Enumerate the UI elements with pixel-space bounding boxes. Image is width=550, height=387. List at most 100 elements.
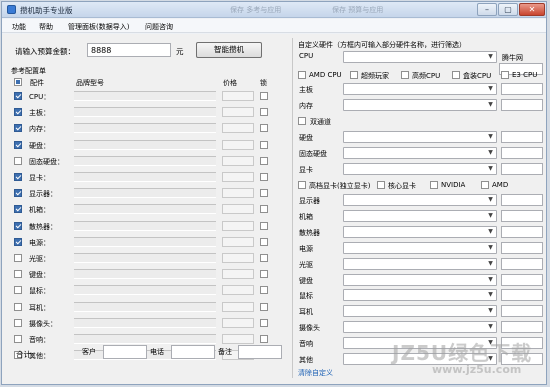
price-field[interactable] [222,139,254,150]
price-field[interactable] [222,155,254,166]
phone-input[interactable] [171,345,215,359]
model-field[interactable] [74,188,216,199]
price-field[interactable] [222,123,254,134]
cpu-filter-checkbox[interactable] [501,71,509,79]
custom-combo[interactable]: ▼ [343,163,497,175]
price-field[interactable] [222,317,254,328]
model-field[interactable] [74,91,216,101]
part-checkbox[interactable] [14,173,22,181]
model-field[interactable] [74,220,216,231]
customer-input[interactable] [103,345,147,359]
price-field[interactable] [222,172,254,182]
custom-combo[interactable]: ▼ [343,194,497,206]
model-field[interactable] [74,236,216,247]
custom-filter-input[interactable] [501,194,543,206]
custom-combo[interactable]: ▼ [343,147,497,159]
lock-checkbox[interactable] [260,124,268,133]
price-field[interactable] [222,334,254,344]
lock-checkbox[interactable] [260,335,268,343]
part-checkbox[interactable] [14,156,22,165]
budget-input[interactable] [87,43,171,57]
custom-filter-input[interactable] [501,147,543,159]
part-checkbox[interactable] [14,286,22,295]
custom-filter-input[interactable] [501,209,543,222]
custom-combo[interactable]: ▼ [343,321,497,334]
gpu-filter-checkbox[interactable] [298,181,306,189]
lock-checkbox[interactable] [260,156,268,165]
part-checkbox[interactable] [14,205,22,214]
custom-combo[interactable]: ▼ [343,99,497,111]
lock-checkbox[interactable] [260,270,268,279]
menu-consult[interactable]: 问题咨询 [145,22,173,32]
model-field[interactable] [74,172,216,182]
custom-filter-input[interactable] [501,241,543,254]
lock-checkbox[interactable] [260,302,268,311]
lock-checkbox[interactable] [260,108,268,117]
lock-checkbox[interactable] [260,189,268,198]
gpu-filter-checkbox[interactable] [377,181,385,189]
model-field[interactable] [74,123,216,134]
cpu-filter-checkbox[interactable] [350,71,358,79]
title-bar[interactable]: 攒机助手专业版 保存 多考与应用 保存 预算与应用 – ▢ ✕ [2,2,546,18]
model-field[interactable] [74,107,216,118]
price-field[interactable] [222,220,254,231]
model-field[interactable] [74,334,216,344]
model-field[interactable] [74,317,216,328]
part-checkbox[interactable] [14,335,22,343]
price-field[interactable] [222,269,254,280]
lock-checkbox[interactable] [260,173,268,181]
price-field[interactable] [222,91,254,101]
cpu-filter-checkbox[interactable] [298,71,306,79]
menu-help[interactable]: 帮助 [39,22,53,32]
part-checkbox[interactable] [14,92,22,100]
lock-checkbox[interactable] [260,140,268,149]
part-checkbox[interactable] [14,124,22,133]
custom-filter-input[interactable] [501,257,543,270]
lock-checkbox[interactable] [260,205,268,214]
part-checkbox[interactable] [14,237,22,246]
custom-filter-input[interactable] [501,305,543,318]
price-field[interactable] [222,204,254,215]
price-field[interactable] [222,107,254,118]
custom-filter-input[interactable] [501,321,543,334]
custom-filter-input[interactable] [501,131,543,143]
part-checkbox[interactable] [14,270,22,279]
custom-combo[interactable]: ▼ [343,83,497,95]
part-checkbox[interactable] [14,318,22,327]
custom-combo[interactable]: ▼ [343,289,497,302]
note-input[interactable] [238,345,282,359]
part-checkbox[interactable] [14,140,22,149]
custom-combo[interactable]: ▼ [343,131,497,143]
lock-checkbox[interactable] [260,254,268,262]
menu-function[interactable]: 功能 [12,22,26,32]
custom-combo[interactable]: ▼ [343,241,497,254]
model-field[interactable] [74,155,216,166]
menu-admin-panel[interactable]: 管理面板(数据导入) [68,22,129,32]
custom-filter-input[interactable] [501,273,543,286]
select-all-checkbox[interactable] [14,78,22,86]
custom-combo[interactable]: ▼ [343,209,497,222]
cpu-filter-checkbox[interactable] [452,71,460,79]
part-checkbox[interactable] [14,108,22,117]
custom-filter-input[interactable] [501,289,543,302]
lock-checkbox[interactable] [260,237,268,246]
lock-checkbox[interactable] [260,286,268,295]
model-field[interactable] [74,204,216,215]
model-field[interactable] [74,253,216,263]
model-field[interactable] [74,285,216,296]
custom-filter-input[interactable] [501,225,543,238]
clear-custom-link[interactable]: 清除自定义 [298,368,333,378]
model-field[interactable] [74,139,216,150]
part-checkbox[interactable] [14,221,22,230]
model-field[interactable] [74,269,216,280]
minimize-button[interactable]: – [477,3,497,16]
lock-checkbox[interactable] [260,221,268,230]
smart-build-button[interactable]: 智能攒机 [196,42,262,58]
cpu-combo[interactable]: ▼ [343,51,497,63]
part-checkbox[interactable] [14,254,22,262]
price-field[interactable] [222,285,254,296]
close-button[interactable]: ✕ [519,3,545,16]
price-field[interactable] [222,236,254,247]
custom-combo[interactable]: ▼ [343,257,497,270]
custom-combo[interactable]: ▼ [343,305,497,318]
